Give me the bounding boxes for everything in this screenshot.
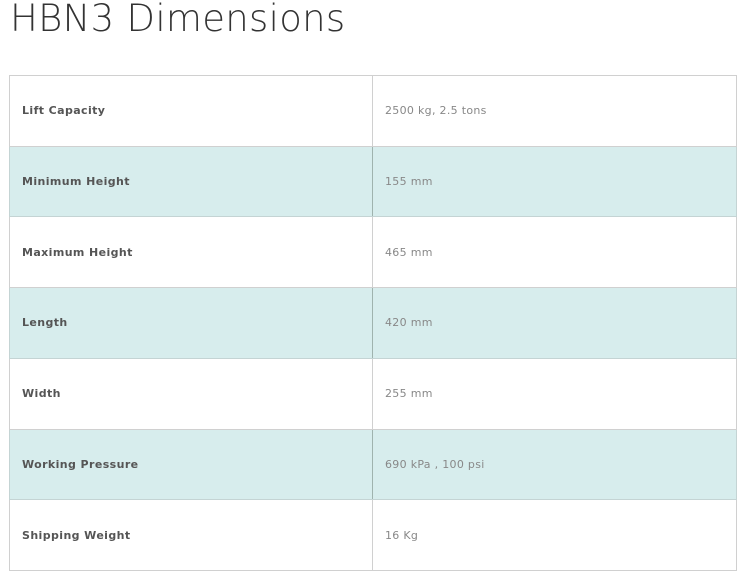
table-row: Maximum Height 465 mm xyxy=(9,216,737,289)
spec-value: 255 mm xyxy=(372,357,737,430)
spec-label: Lift Capacity xyxy=(9,75,373,147)
spec-value: 2500 kg, 2.5 tons xyxy=(372,75,737,147)
page-title: HBN3 Dimensions xyxy=(10,0,346,40)
table-row: Shipping Weight 16 Kg xyxy=(9,499,737,571)
spec-value: 155 mm xyxy=(372,145,737,218)
table-row: Lift Capacity 2500 kg, 2.5 tons xyxy=(9,75,737,147)
spec-label: Minimum Height xyxy=(9,145,373,218)
spec-label: Maximum Height xyxy=(9,216,373,289)
spec-value: 690 kPa , 100 psi xyxy=(372,428,737,501)
table-row: Working Pressure 690 kPa , 100 psi xyxy=(9,428,737,501)
table-row: Minimum Height 155 mm xyxy=(9,145,737,218)
spec-label: Length xyxy=(9,287,373,359)
spec-label: Width xyxy=(9,357,373,430)
spec-label: Working Pressure xyxy=(9,428,373,501)
spec-label: Shipping Weight xyxy=(9,499,373,571)
spec-value: 420 mm xyxy=(372,287,737,359)
spec-value: 16 Kg xyxy=(372,499,737,571)
spec-value: 465 mm xyxy=(372,216,737,289)
table-row: Length 420 mm xyxy=(9,287,737,359)
table-row: Width 255 mm xyxy=(9,357,737,430)
spec-table: Lift Capacity 2500 kg, 2.5 tons Minimum … xyxy=(9,75,737,571)
